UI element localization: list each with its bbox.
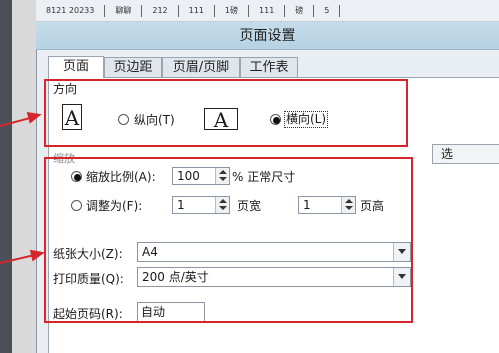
left-background [12, 0, 36, 353]
tab-sheet[interactable]: 工作表 [240, 57, 298, 77]
orientation-highlight-box [44, 79, 408, 147]
sheet-column-text: 111 [249, 5, 286, 17]
sheet-column-text: 磅 [285, 5, 315, 17]
sheet-column-text: 212 [142, 5, 179, 17]
sheet-column-text: 聊聊 [105, 5, 143, 17]
scaling-paper-highlight-box [44, 157, 413, 323]
tab-page[interactable]: 页面 [48, 56, 104, 78]
tab-margins[interactable]: 页边距 [104, 57, 162, 77]
sheet-column-text: 111 [179, 5, 215, 17]
sheet-column-text: 1磅 [215, 5, 250, 17]
dialog-title: 页面设置 [239, 28, 296, 44]
spreadsheet-column-strip: 8121 20233 聊聊 212 111 1磅 111 磅 5 [36, 0, 499, 22]
options-button[interactable]: 选 [432, 144, 499, 164]
tab-header-footer[interactable]: 页眉/页脚 [162, 57, 240, 77]
sheet-column-text: 5 [314, 5, 341, 17]
left-dark-strip [0, 0, 12, 353]
sheet-column-text: 8121 20233 [36, 5, 106, 17]
